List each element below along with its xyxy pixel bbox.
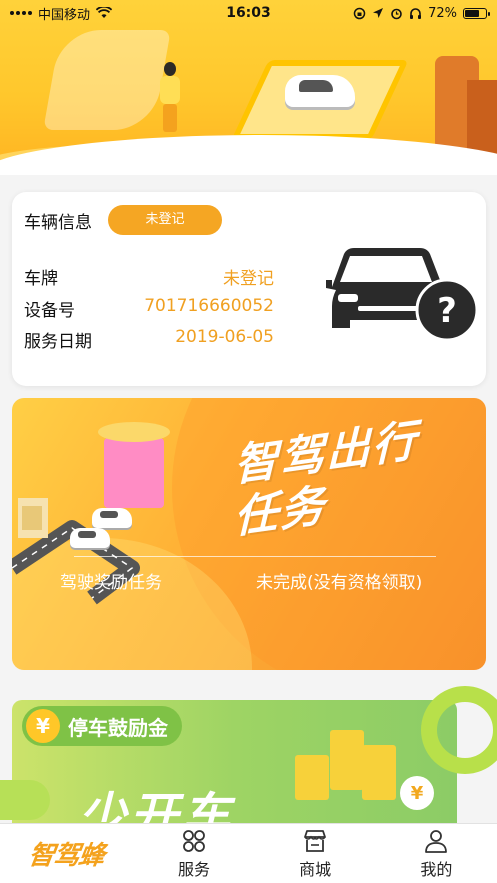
location-icon (373, 8, 384, 18)
driving-reward-task-label[interactable]: 驾驶奖励任务 (60, 568, 162, 593)
parking-bonus-label: 停车鼓励金 (68, 715, 168, 740)
service-date-label: 服务日期 (24, 332, 92, 352)
device-value: 701716660052 (144, 296, 274, 316)
battery-icon (463, 7, 490, 19)
battery-percent: 72% (428, 5, 457, 21)
tab-services[interactable]: 服务 (133, 824, 254, 883)
hero-wave (0, 135, 497, 175)
tab-profile[interactable]: 我的 (376, 824, 497, 883)
store-icon (304, 829, 327, 852)
task-status-label: 未完成(没有资格领取) (256, 573, 423, 593)
device-label: 设备号 (24, 301, 75, 321)
registration-status-badge[interactable]: 未登记 (108, 205, 222, 235)
driving-task-card[interactable]: 智驾出行 任务 驾驶奖励任务 未完成(没有资格领取) (12, 398, 486, 670)
brand-logo-text: 智驾蜂 (26, 841, 106, 871)
device-row: 设备号 701716660052 (24, 296, 274, 321)
car-illustration (70, 528, 110, 548)
yen-icon: ¥ (26, 709, 60, 743)
svg-text:?: ? (437, 291, 457, 331)
plate-value: 未登记 (223, 269, 274, 289)
car-illustration (92, 508, 132, 528)
coin-stack-illustration (362, 745, 396, 800)
user-icon (425, 829, 448, 853)
tab-bar: 智驾蜂 服务 商城 我的 (0, 823, 497, 883)
plate-row: 车牌 未登记 (24, 264, 274, 289)
hero-person-illustration (158, 62, 182, 134)
hero-glass-panel (43, 30, 171, 130)
hero-banner (0, 0, 497, 175)
tab-services-label: 服务 (177, 859, 210, 879)
service-date-row: 服务日期 2019-06-05 (24, 327, 274, 352)
grid-icon (183, 829, 205, 852)
coin-icon: ¥ (400, 776, 434, 810)
parking-bonus-pill[interactable]: ¥ 停车鼓励金 (22, 706, 182, 746)
tab-store-label: 商城 (299, 859, 332, 879)
service-date-value: 2019-06-05 (175, 327, 274, 347)
coin-stack-illustration (330, 730, 364, 790)
alarm-icon (391, 8, 402, 19)
app-screen: 中国移动 16:03 72% 车辆信息 未登记 车牌 未登记 设备号 70171… (0, 0, 497, 883)
building-illustration (98, 422, 170, 508)
brand-logo[interactable]: 智驾蜂 (0, 824, 133, 883)
parking-incentive-card[interactable]: ¥ ¥ 停车鼓励金 少开车 (0, 680, 497, 830)
task-divider (74, 556, 436, 557)
vehicle-info-title: 车辆信息 (24, 213, 92, 233)
vehicle-info-card[interactable]: 车辆信息 未登记 车牌 未登记 设备号 701716660052 服务日期 20… (12, 192, 486, 386)
drive-less-text: 少开车 (78, 788, 235, 830)
status-bar: 中国移动 16:03 72% (0, 0, 497, 26)
rotation-lock-icon (353, 7, 366, 19)
tab-profile-label: 我的 (420, 859, 453, 879)
headphones-icon (410, 7, 422, 19)
plate-label: 车牌 (24, 269, 58, 289)
car-question-icon: ? (326, 248, 477, 342)
hero-car-illustration (285, 75, 355, 107)
tab-store[interactable]: 商城 (255, 824, 376, 883)
parking-wave-decoration (0, 780, 50, 820)
coin-stack-illustration (295, 755, 329, 800)
